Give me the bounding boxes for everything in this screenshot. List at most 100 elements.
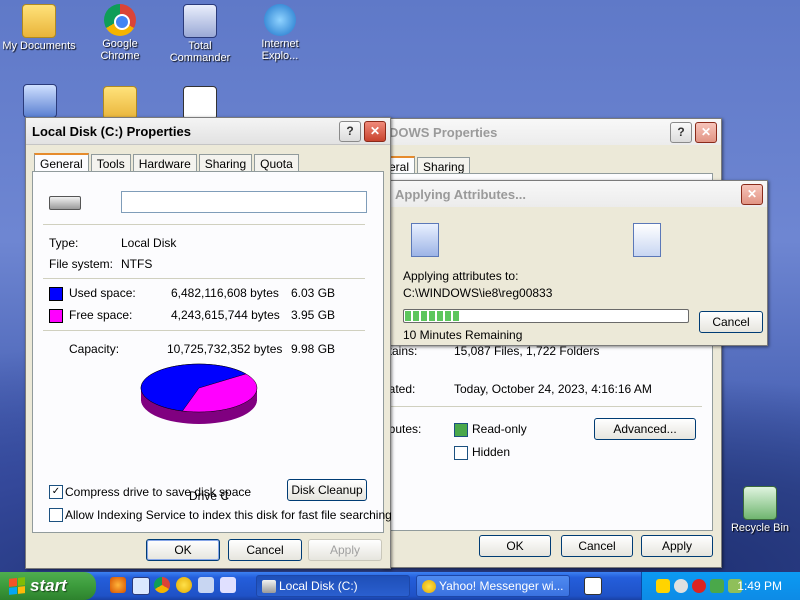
file-system-label: File system:: [49, 257, 114, 271]
security-shield-icon[interactable]: [656, 579, 670, 593]
start-label: start: [30, 576, 67, 595]
cancel-button[interactable]: Cancel: [228, 539, 302, 561]
progress-fill: [405, 311, 462, 321]
free-space-gb: 3.95 GB: [291, 308, 336, 322]
desktop-icon-label: Recycle Bin: [730, 522, 790, 534]
folder-icon: [103, 86, 137, 120]
close-button[interactable]: ✕: [364, 120, 386, 142]
file-path: C:\WINDOWS\ie8\reg00833: [403, 286, 553, 300]
volume-label-input[interactable]: [121, 191, 367, 213]
time-remaining: 10 Minutes Remaining: [403, 328, 523, 342]
used-space-swatch: [49, 287, 63, 301]
close-button[interactable]: ✕: [695, 121, 717, 143]
divider: [43, 278, 365, 279]
local-disk-properties-window: Local Disk (C:) Properties ? ✕ General T…: [25, 117, 392, 569]
ok-button[interactable]: OK: [146, 539, 220, 561]
created-value: Today, October 24, 2023, 4:16:16 AM: [454, 382, 652, 396]
start-button[interactable]: start: [0, 572, 96, 600]
title-bar[interactable]: Applying Attributes... ✕: [389, 181, 767, 207]
capacity-label: Capacity:: [69, 342, 120, 356]
used-space-label: Used space:: [69, 286, 136, 300]
file-list-icon: [633, 223, 661, 257]
help-icon[interactable]: [584, 577, 602, 595]
apply-button[interactable]: Apply: [641, 535, 713, 557]
folder-icon: [22, 4, 56, 38]
windows-flag-icon: [9, 577, 25, 595]
desktop-icon-google-chrome[interactable]: Google Chrome: [82, 4, 158, 62]
window-title: DOWS Properties: [389, 124, 498, 140]
hard-drive-icon: [49, 196, 81, 210]
advanced-button[interactable]: Advanced...: [594, 418, 696, 440]
clock: 1:49 PM: [737, 579, 782, 593]
contains-value: 15,087 Files, 1,722 Folders: [454, 344, 600, 358]
indexing-label: Allow Indexing Service to index this dis…: [65, 508, 392, 522]
desktop-icon-label: Google Chrome: [100, 38, 140, 62]
desktop-icon-label: Internet Explo...: [261, 38, 299, 62]
system-tray: 1:49 PM: [641, 572, 800, 600]
antivirus-icon[interactable]: [692, 579, 706, 593]
type-label: Type:: [49, 236, 79, 250]
application-icon: [183, 86, 217, 120]
tray-icon[interactable]: [710, 579, 724, 593]
free-space-swatch: [49, 309, 63, 323]
dialog-title: Applying Attributes...: [395, 186, 526, 202]
hidden-checkbox[interactable]: [454, 446, 468, 460]
type-value: Local Disk: [121, 236, 177, 250]
desktop-icon-label: My Documents: [2, 40, 76, 52]
used-space-bytes: 6,482,116,608 bytes: [171, 286, 279, 300]
capacity-bytes: 10,725,732,352 bytes: [167, 342, 283, 356]
quick-launch-icon[interactable]: [220, 577, 236, 593]
taskbar-item-yahoo-messenger[interactable]: Yahoo! Messenger wi...: [416, 575, 570, 597]
capacity-gb: 9.98 GB: [291, 342, 336, 356]
computer-icon: [23, 84, 57, 118]
desktop-icon-recycle-bin[interactable]: Recycle Bin: [722, 486, 798, 534]
readonly-label: Read-only: [472, 422, 527, 436]
applying-attributes-dialog: Applying Attributes... ✕ Applying attrib…: [388, 180, 768, 346]
desktop-icon-total-commander[interactable]: Total Commander: [162, 4, 238, 64]
divider: [43, 330, 365, 331]
disk-cleanup-button[interactable]: Disk Cleanup: [287, 479, 367, 501]
taskbar-item-local-disk[interactable]: Local Disk (C:): [256, 575, 410, 597]
file-system-value: NTFS: [121, 257, 153, 271]
help-button[interactable]: ?: [339, 120, 361, 142]
tab-panel: Type: Local Disk File system: NTFS Used …: [32, 171, 384, 533]
tray-icon[interactable]: [674, 579, 688, 593]
desktop-icon-internet-explorer[interactable]: Internet Explo...: [242, 4, 318, 62]
recycle-bin-icon: [743, 486, 777, 520]
readonly-checkbox[interactable]: [454, 423, 468, 437]
firefox-icon[interactable]: [110, 577, 126, 593]
help-button[interactable]: ?: [670, 121, 692, 143]
close-button[interactable]: ✕: [741, 183, 763, 205]
progress-bar: [403, 309, 689, 323]
applying-to-label: Applying attributes to:: [403, 269, 519, 283]
chrome-icon[interactable]: [154, 577, 170, 593]
desktop-icon-my-computer[interactable]: [20, 84, 60, 120]
window-title: Local Disk (C:) Properties: [32, 123, 191, 139]
file-icon: [411, 223, 439, 257]
compress-checkbox[interactable]: ✓: [49, 485, 63, 499]
cancel-button[interactable]: Cancel: [561, 535, 633, 557]
desktop-icon-my-documents[interactable]: My Documents: [1, 4, 77, 52]
messenger-icon: [422, 580, 436, 593]
free-space-label: Free space:: [69, 308, 133, 322]
title-bar[interactable]: Local Disk (C:) Properties ? ✕: [26, 118, 390, 145]
desktop-icon-label: Total Commander: [169, 40, 231, 64]
hidden-label: Hidden: [472, 445, 511, 459]
compress-label: Compress drive to save disk space: [65, 485, 252, 499]
quick-launch-icon[interactable]: [132, 577, 150, 595]
total-commander-icon: [183, 4, 217, 38]
ok-button[interactable]: OK: [479, 535, 551, 557]
indexing-checkbox[interactable]: [49, 508, 63, 522]
hard-drive-icon: [262, 580, 276, 593]
divider: [43, 224, 365, 225]
taskbar-item-label: Local Disk (C:): [279, 579, 358, 593]
quick-launch-icon[interactable]: [198, 577, 214, 593]
apply-button[interactable]: Apply: [308, 539, 382, 561]
disk-usage-pie: [140, 363, 258, 424]
free-space-bytes: 4,243,615,744 bytes: [171, 308, 280, 322]
title-bar[interactable]: DOWS Properties ? ✕: [383, 119, 721, 145]
cancel-button[interactable]: Cancel: [699, 311, 763, 333]
used-space-gb: 6.03 GB: [291, 286, 336, 300]
messenger-icon[interactable]: [176, 577, 192, 593]
chrome-icon: [104, 4, 136, 36]
